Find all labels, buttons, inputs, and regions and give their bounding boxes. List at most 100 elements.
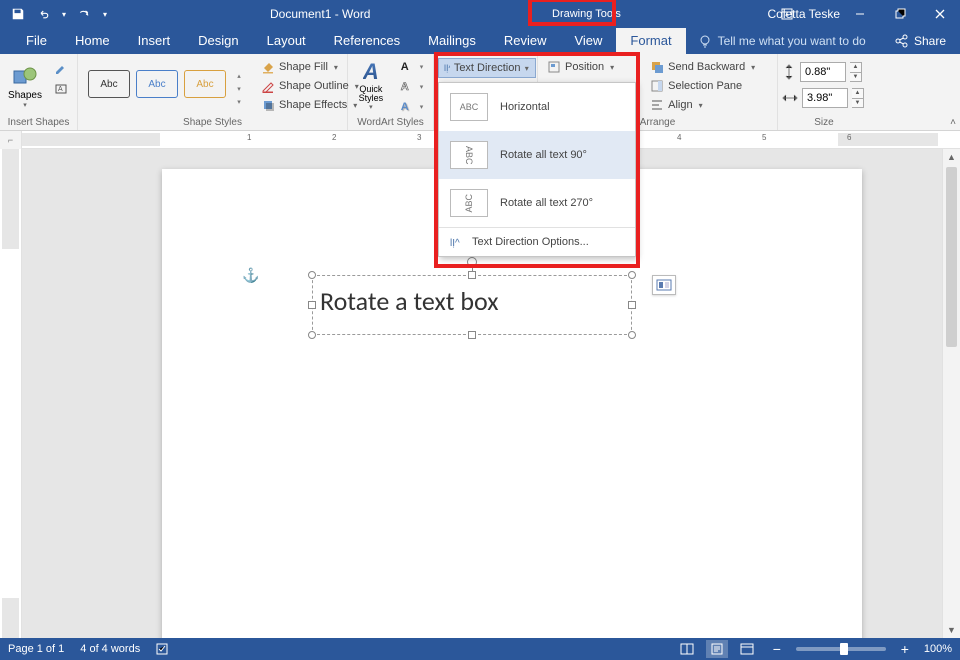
send-backward-label: Send Backward [668,61,745,73]
group-label-insert-shapes: Insert Shapes [0,117,77,128]
titlebar: ▾ ▾ Document1 - Word Drawing Tools Colet… [0,0,960,28]
draw-textbox-button[interactable]: A [50,80,72,98]
tab-references[interactable]: References [320,28,414,54]
edit-shape-button[interactable] [50,60,72,78]
tab-insert[interactable]: Insert [124,28,185,54]
send-backward-button[interactable]: Send Backward▾ [645,58,764,76]
height-input[interactable]: 0.88" [800,62,846,82]
read-mode-button[interactable] [676,640,698,658]
position-label: Position [565,61,604,73]
style-preset-1[interactable]: Abc [88,70,130,98]
textbox-text[interactable]: Rotate a text box [320,285,499,317]
resize-handle-n[interactable] [468,271,476,279]
svg-text:lỊ^: lỊ^ [444,63,450,73]
restore-button[interactable] [880,0,920,28]
selection-pane-icon [650,79,664,93]
collapse-ribbon-button[interactable]: ˄ [950,117,956,128]
resize-handle-nw[interactable] [308,271,316,279]
print-layout-button[interactable] [706,640,728,658]
gallery-more-icon[interactable]: ▾ [232,96,246,108]
redo-button[interactable] [72,3,96,25]
tab-format[interactable]: Format [616,28,685,54]
zoom-level[interactable]: 100% [924,643,952,655]
style-preset-3[interactable]: Abc [184,70,226,98]
svg-text:A: A [58,86,63,93]
resize-handle-sw[interactable] [308,331,316,339]
tab-design[interactable]: Design [184,28,252,54]
zoom-thumb[interactable] [840,643,848,655]
align-icon [650,98,664,112]
text-direction-rotate-90[interactable]: ABC Rotate all text 90° [439,131,635,179]
share-button[interactable]: Share [880,28,960,54]
shapes-button[interactable]: Shapes ▾ [4,56,46,114]
tab-mailings[interactable]: Mailings [414,28,490,54]
resize-handle-e[interactable] [628,301,636,309]
rotate-handle[interactable] [467,257,477,267]
text-direction-label: Text Direction [454,62,521,74]
text-fill-button[interactable]: A [394,58,416,76]
gallery-down-icon[interactable]: ▾ [232,83,246,95]
position-icon [547,60,561,74]
text-direction-options[interactable]: lỊ^ Text Direction Options... [439,228,635,256]
height-icon [782,64,796,80]
spellcheck-button[interactable] [156,642,170,656]
quick-styles-button[interactable]: A Quick Styles ▾ [352,56,390,114]
vertical-scrollbar[interactable]: ▲ ▼ [942,149,960,638]
width-icon [782,91,798,105]
scroll-up-button[interactable]: ▲ [943,149,960,165]
zoom-out-button[interactable]: − [766,640,788,658]
tab-layout[interactable]: Layout [253,28,320,54]
width-spinner[interactable]: ▲▼ [852,88,864,108]
gallery-up-icon[interactable]: ▴ [232,70,246,82]
undo-arrow-icon[interactable]: ▾ [58,3,70,25]
text-effects-button[interactable]: A [394,98,416,116]
shape-effects-label: Shape Effects [279,99,347,111]
group-label-wordart-styles: WordArt Styles [348,117,433,128]
text-outline-button[interactable]: A [394,78,416,96]
vertical-ruler[interactable] [0,149,22,638]
text-direction-menu: ABC Horizontal ABC Rotate all text 90° A… [438,82,636,257]
tab-review[interactable]: Review [490,28,561,54]
tell-me-box[interactable]: Tell me what you want to do [698,28,880,54]
minimize-button[interactable] [840,0,880,28]
tab-file[interactable]: File [12,28,61,54]
ribbon-display-options-button[interactable] [772,0,802,28]
text-direction-horizontal[interactable]: ABC Horizontal [439,83,635,131]
web-layout-button[interactable] [736,640,758,658]
dropdown-arrow-icon: ▾ [369,103,373,111]
quick-styles-label: Quick Styles [355,85,387,103]
zoom-in-button[interactable]: + [894,640,916,658]
save-button[interactable] [6,3,30,25]
page-count[interactable]: Page 1 of 1 [8,643,64,655]
scroll-thumb[interactable] [946,167,957,347]
tab-home[interactable]: Home [61,28,124,54]
layout-options-button[interactable] [652,275,676,295]
horizontal-preview-icon: ABC [450,93,488,121]
tab-view[interactable]: View [560,28,616,54]
document-title: Document1 - Word [270,7,370,21]
resize-handle-ne[interactable] [628,271,636,279]
text-direction-button[interactable]: lỊ^ Text Direction ▾ [438,58,536,78]
style-preset-2[interactable]: Abc [136,70,178,98]
word-count[interactable]: 4 of 4 words [80,643,140,655]
textbox[interactable]: Rotate a text box [312,275,632,335]
resize-handle-se[interactable] [628,331,636,339]
shape-style-gallery[interactable]: Abc Abc Abc ▴ ▾ ▾ [82,56,252,108]
scroll-down-button[interactable]: ▼ [943,622,960,638]
text-direction-rotate-270[interactable]: ABC Rotate all text 270° [439,179,635,227]
align-button[interactable]: Align▾ [645,96,764,114]
zoom-slider[interactable] [796,647,886,651]
share-icon [894,34,908,48]
selection-pane-button[interactable]: Selection Pane [645,77,764,95]
resize-handle-w[interactable] [308,301,316,309]
height-spinner[interactable]: ▲▼ [850,62,862,82]
width-input[interactable]: 3.98" [802,88,848,108]
close-button[interactable] [920,0,960,28]
options-icon: lỊ^ [450,235,464,249]
share-label: Share [914,34,946,48]
resize-handle-s[interactable] [468,331,476,339]
position-button[interactable]: Position▾ [542,58,623,76]
group-label-size: Size [778,117,870,128]
undo-button[interactable] [32,3,56,25]
qat-customize-icon[interactable]: ▾ [98,3,112,25]
